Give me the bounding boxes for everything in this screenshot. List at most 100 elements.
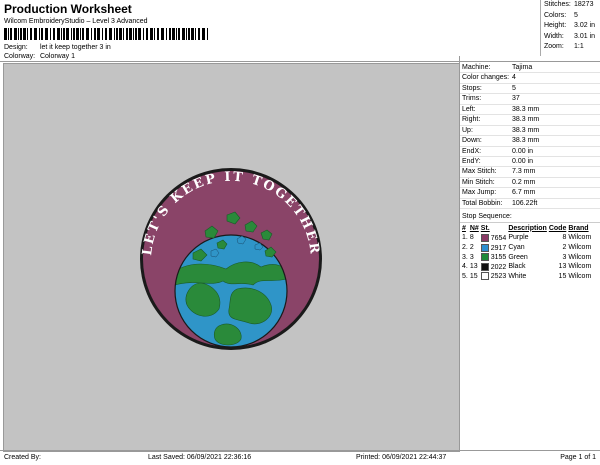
info-value: 5: [512, 84, 516, 92]
divider: [0, 61, 600, 62]
info-value: 6.7 mm: [512, 189, 536, 197]
info-label: Down:: [462, 137, 482, 145]
machine-info-panel: Machine: Tajima Color changes: 4 Stops: 5 Trim…: [460, 63, 600, 450]
stitch-count: 2917: [480, 243, 509, 253]
barcode: [4, 28, 208, 40]
table-row: 4. 13 2022 Black 13 Wilcom: [462, 262, 593, 272]
col-header: N#: [469, 224, 479, 232]
thread-brand: Wilcom: [568, 244, 592, 252]
info-label: Min Stitch:: [462, 178, 495, 186]
stitch-count: 7654: [480, 233, 509, 243]
info-value: Tajima: [512, 64, 533, 71]
table-row: 5. 15 2523 White 15 Wilcom: [462, 272, 593, 282]
table-row: 2. 2 2917 Cyan 2 Wilcom: [462, 243, 593, 253]
needle-number: 15: [469, 272, 478, 280]
needle-number: 8: [469, 234, 474, 242]
info-label: Machine:: [462, 64, 491, 71]
stop-sequence-heading: Stop Sequence:: [460, 212, 600, 224]
printed-date: Printed: 06/09/2021 22:44:37: [356, 454, 447, 461]
top-stats-panel: Stitches: 18273 Colors: 5 Height: 3.02 in Widt…: [540, 0, 600, 56]
color-code: 8: [562, 234, 567, 242]
software-subtitle: Wilcom EmbroideryStudio – Level 3 Advanc…: [4, 18, 148, 25]
machine-info-row: EndX: 0.00 in: [460, 147, 600, 157]
info-label: Right:: [462, 116, 481, 124]
stop-number: 4.: [462, 263, 468, 271]
last-saved: Last Saved: 06/09/2021 22:36:16: [148, 454, 252, 461]
stat-value: 18273: [574, 1, 594, 8]
meta-value: Colorway 1: [39, 53, 75, 60]
stat-value: 3.01 in: [574, 32, 596, 40]
stat-row: Width: 3.01 in: [541, 32, 600, 43]
machine-info-row: Up: 38.3 mm: [460, 126, 600, 137]
info-value: 106.22ft: [512, 199, 538, 207]
stitch-count: 3155: [480, 252, 509, 262]
color-swatch: [480, 272, 489, 281]
color-swatch: [480, 233, 489, 242]
created-by: Created By:: [4, 454, 41, 461]
needle-number: 2: [469, 244, 474, 252]
info-value: 7.3 mm: [512, 168, 536, 176]
stat-label: Width:: [544, 32, 564, 40]
page-number: Page 1 of 1: [560, 454, 596, 461]
stat-value: 3.02 in: [574, 22, 596, 29]
stop-number: 1.: [462, 234, 468, 242]
stat-label: Stitches:: [544, 1, 571, 8]
color-description: Cyan: [508, 244, 525, 252]
color-description: White: [508, 272, 527, 280]
stat-label: Height:: [544, 22, 567, 29]
machine-info-row: Max Jump: 6.7 mm: [460, 188, 600, 199]
stat-value: 1:1: [574, 43, 584, 50]
stat-label: Zoom:: [544, 43, 564, 50]
colorway-row: Colorway: Colorway 1: [4, 53, 75, 60]
color-swatch: [480, 253, 489, 262]
stat-row: Zoom: 1:1: [541, 42, 600, 53]
info-value: 0.2 mm: [512, 178, 536, 186]
thread-brand: Wilcom: [568, 234, 592, 242]
info-label: EndY:: [462, 157, 481, 165]
stat-row: Colors: 5: [541, 11, 600, 22]
color-code: 15: [558, 272, 567, 280]
embroidery-design: LET'S KEEP IT TOGETHER: [140, 168, 322, 350]
stitch-count: 2523: [480, 272, 509, 282]
machine-info-row: Machine: Tajima: [460, 63, 600, 74]
table-header-row: # N# St. Description Code Brand: [462, 223, 593, 233]
thread-brand: Wilcom: [568, 272, 592, 280]
stat-label: Colors:: [544, 11, 567, 19]
info-value: 38.3 mm: [512, 105, 540, 113]
col-header: Code: [548, 224, 567, 232]
info-label: Up:: [462, 126, 473, 134]
col-header: St.: [480, 224, 490, 232]
machine-info-row: Color changes: 4: [460, 73, 600, 84]
info-label: Color changes:: [462, 74, 510, 82]
color-code: 13: [558, 263, 567, 271]
color-description: Black: [508, 263, 526, 271]
info-label: Left:: [462, 105, 476, 113]
design-name-row: Design: let it keep together 3 in: [4, 44, 111, 51]
stat-row: Height: 3.02 in: [541, 21, 600, 32]
info-value: 38.3 mm: [512, 137, 540, 145]
info-value: 4: [512, 74, 516, 82]
machine-info-row: Max Stitch: 7.3 mm: [460, 167, 600, 178]
table-row: 1. 8 7654 Purple 8 Wilcom: [462, 233, 593, 243]
stat-value: 5: [574, 11, 578, 19]
color-swatch: [480, 262, 489, 271]
stop-sequence-table: # N# St. Description Code Brand 1. 8 7654…: [462, 223, 593, 281]
machine-info-row: Total Bobbin: 106.22ft: [460, 199, 600, 210]
info-value: 37: [512, 95, 520, 103]
stop-number: 3.: [462, 253, 468, 261]
info-value: 0.00 in: [512, 157, 534, 165]
info-label: EndX:: [462, 147, 482, 155]
needle-number: 13: [469, 263, 478, 271]
stat-row: Stitches: 18273: [541, 0, 600, 11]
page-title: Production Worksheet: [4, 2, 132, 16]
machine-info-row: Min Stitch: 0.2 mm: [460, 178, 600, 189]
machine-info-row: Right: 38.3 mm: [460, 115, 600, 126]
footer: Created By: Last Saved: 06/09/2021 22:36…: [0, 450, 600, 465]
info-label: Trims:: [462, 95, 482, 103]
color-code: 3: [562, 253, 567, 261]
info-label: Total Bobbin:: [462, 199, 503, 207]
stitch-count: 2022: [480, 262, 509, 272]
meta-label: Colorway:: [4, 53, 36, 60]
color-code: 2: [562, 244, 567, 252]
col-header: Description: [508, 224, 547, 232]
